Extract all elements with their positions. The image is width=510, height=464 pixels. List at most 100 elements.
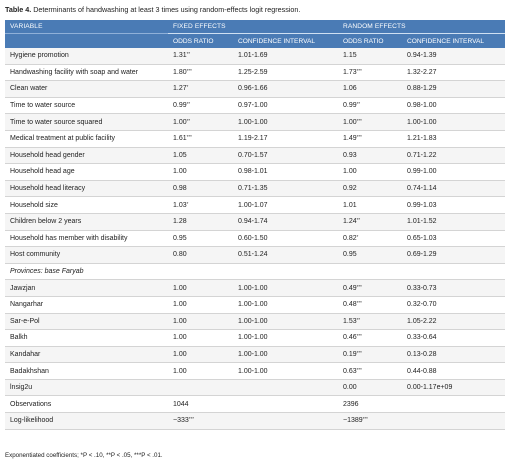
cell-re-odds-ratio-value: 0.95 [343,251,357,259]
cell-variable: lnsig2u [5,379,168,397]
cell-fe-odds-ratio-value: 1.27 [173,85,187,93]
cell-fe-odds-ratio: 0.98 [168,180,233,198]
table-row: Time to water source 0.99** 0.97-1.00 0.99*… [5,97,506,115]
cell-fe-confidence-interval [233,395,338,414]
cell-fe-confidence-interval-value: 0.70-1.57 [238,151,268,159]
cell-fe-odds-ratio: 1.00 [168,163,233,181]
cell-re-confidence-interval: 1.21-1.83 [402,130,506,148]
significance-marker: *** [356,349,362,355]
cell-fe-odds-ratio-value: 1.80 [173,68,187,76]
cell-fe-confidence-interval: 0.94-1.74 [233,213,338,231]
cell-re-odds-ratio-value: 1.01 [343,201,357,209]
cell-re-odds-ratio: 1.15 [338,48,402,65]
cell-fe-odds-ratio-value: 1.00 [173,284,187,292]
header-fe-confidence-interval: CONFIDENCE INTERVAL [233,33,338,48]
cell-variable-value: Time to water source squared [10,118,103,126]
cell-fe-confidence-interval: 0.60-1.50 [233,230,338,248]
cell-variable-value: Hygiene promotion [10,52,69,60]
cell-fe-odds-ratio: 1044 [168,395,233,414]
cell-fe-odds-ratio-value: 0.98 [173,185,187,193]
cell-variable: Observations [5,395,168,414]
cell-re-confidence-interval-value: 0.33-0.73 [407,284,437,292]
cell-fe-odds-ratio: 0.80 [168,246,233,264]
cell-variable-value: Household has member with disability [10,234,128,242]
cell-re-confidence-interval-value: 0.33-0.64 [407,334,437,342]
header-fixed-effects: FIXED EFFECTS [168,20,338,34]
cell-fe-confidence-interval-value: 1.00-1.07 [238,201,268,209]
cell-variable: Badakhshan [5,362,168,380]
table-row: Household head literacy 0.98 0.71-1.35 0.92… [5,180,506,198]
cell-fe-confidence-interval: 1.00-1.07 [233,196,338,214]
cell-variable: Hygiene promotion [5,48,168,65]
cell-fe-odds-ratio: 1.00 [168,329,233,347]
cell-re-odds-ratio-value: 0.99 [343,102,357,110]
cell-fe-odds-ratio: 1.80*** [168,64,233,82]
significance-marker: ** [356,101,361,107]
significance-marker: *** [356,333,362,339]
cell-re-odds-ratio: 0.92 [338,180,402,198]
cell-fe-odds-ratio: 1.00 [168,296,233,314]
table-row: Jawzjan 1.00 1.00-1.00 0.49*** 0.33-0.73 [5,279,506,297]
cell-re-odds-ratio-value: −1389 [343,417,363,425]
cell-variable-value: Nangarhar [10,301,44,309]
cell-re-confidence-interval: 0.98-1.00 [402,97,506,115]
cell-re-confidence-interval-value: 0.13-0.28 [407,350,437,358]
cell-re-confidence-interval-value: 0.69-1.29 [407,251,437,259]
cell-fe-confidence-interval-value: 1.00-1.00 [238,284,268,292]
cell-fe-confidence-interval: 0.96-1.66 [233,80,338,98]
significance-marker: ** [186,101,191,107]
cell-fe-odds-ratio: 0.99** [168,97,233,115]
cell-re-confidence-interval: 0.00-1.17e+09 [402,379,506,397]
cell-re-odds-ratio-value: 0.82 [343,234,357,242]
cell-variable: Children below 2 years [5,213,168,231]
cell-fe-confidence-interval: 0.97-1.00 [233,97,338,115]
significance-marker: * [356,233,359,239]
significance-marker: *** [188,416,195,422]
cell-re-odds-ratio: 1.06 [338,80,402,98]
cell-variable: Household has member with disability [5,230,168,248]
cell-fe-confidence-interval: 1.00-1.00 [233,279,338,297]
cell-re-odds-ratio-value: 2396 [343,400,359,408]
cell-re-confidence-interval-value: 0.94-1.39 [407,52,437,60]
cell-re-odds-ratio: 0.49*** [338,279,402,297]
cell-re-odds-ratio-value: 1.24 [343,218,357,226]
cell-variable-value: Time to water source [10,102,76,110]
cell-re-odds-ratio: 0.46*** [338,329,402,347]
cell-variable-value: Log-likelihood [10,417,54,425]
cell-fe-odds-ratio [168,379,233,397]
cell-fe-odds-ratio: −333*** [168,412,233,430]
cell-fe-odds-ratio-value: 1.00 [173,367,187,375]
cell-fe-confidence-interval: 0.51-1.24 [233,246,338,264]
cell-re-confidence-interval: 0.65-1.03 [402,230,506,248]
table-caption-label: Table 4. [5,5,32,14]
cell-variable-value: lnsig2u [10,384,33,392]
cell-fe-confidence-interval: 0.70-1.57 [233,147,338,165]
table-row: Time to water source squared 1.00** 1.00-1… [5,113,506,131]
cell-fe-confidence-interval: 0.98-1.01 [233,163,338,181]
cell-re-confidence-interval: 0.13-0.28 [402,346,506,364]
cell-re-odds-ratio-value: 1.00 [343,168,357,176]
cell-re-confidence-interval-value: 1.00-1.00 [407,118,437,126]
cell-re-odds-ratio: 0.48*** [338,296,402,314]
significance-marker: ** [186,51,191,57]
significance-marker: *** [356,117,362,123]
table-row: lnsig2u 0.00 0.00-1.17e+09 [5,379,506,397]
table-row: Children below 2 years 1.28 0.94-1.74 1.24*… [5,213,506,231]
cell-fe-confidence-interval-value: 1.19-2.17 [238,135,268,143]
cell-fe-odds-ratio-value: 1044 [173,400,189,408]
cell-variable: Handwashing facility with soap and water [5,64,168,82]
table-page: Table 4. Determinants of handwashing at … [0,0,510,464]
cell-variable-value: Handwashing facility with soap and water [10,68,139,76]
cell-fe-confidence-interval-value: 1.00-1.00 [238,317,268,325]
header-re-confidence-interval: CONFIDENCE INTERVAL [402,33,506,48]
table-row: Household size 1.03* 1.00-1.07 1.01 0.99-1.0… [5,196,506,214]
cell-fe-odds-ratio-value: 0.95 [173,234,187,242]
cell-fe-odds-ratio-value: 0.99 [173,102,187,110]
cell-re-odds-ratio: 0.19*** [338,346,402,364]
table-row: Clean water 1.27* 0.96-1.66 1.06 0.88-1.29 [5,80,506,98]
cell-variable: Host community [5,246,168,264]
significance-marker: ** [186,117,191,123]
cell-fe-odds-ratio: 1.00 [168,279,233,297]
cell-re-odds-ratio-value: 0.00 [343,384,357,392]
cell-variable-value: Children below 2 years [10,218,82,226]
